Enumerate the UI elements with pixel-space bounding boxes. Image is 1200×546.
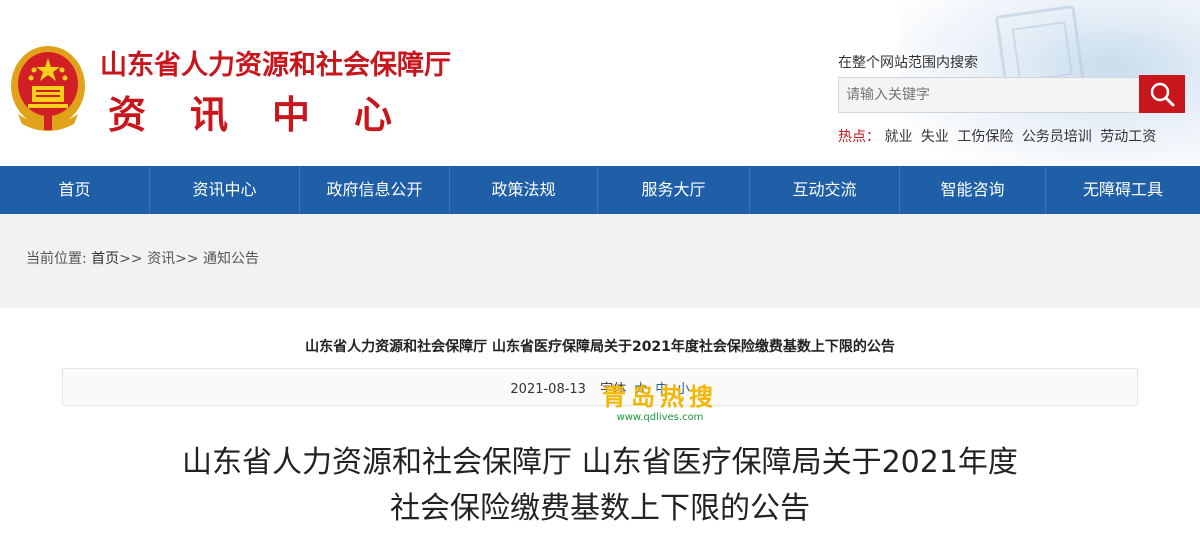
site-title-section: 资讯中心	[108, 93, 437, 137]
search-button[interactable]	[1139, 75, 1185, 113]
article-title-line-2: 社会保险缴费基数上下限的公告	[390, 491, 810, 526]
breadcrumb: 当前位置: 首页>> 资讯>> 通知公告	[26, 248, 259, 268]
search-icon	[1150, 82, 1175, 107]
breadcrumb-separator: >>	[175, 251, 199, 267]
hot-topic-link[interactable]: 失业	[921, 129, 949, 145]
breadcrumb-home-link[interactable]: 首页	[91, 251, 119, 267]
breadcrumb-news-link[interactable]: 资讯	[147, 251, 175, 267]
hot-topic-link[interactable]: 公务员培训	[1022, 129, 1092, 145]
main-nav: 首页 资讯中心 政府信息公开 政策法规 服务大厅 互动交流 智能咨询 无障碍工具	[0, 166, 1200, 214]
watermark-url: www.qdlives.com	[616, 412, 704, 423]
watermark-text: 青岛热搜	[602, 383, 718, 411]
nav-item-news[interactable]: 资讯中心	[150, 166, 300, 214]
article-title-main: 山东省人力资源和社会保障厅 山东省医疗保障局关于2021年度 社会保险缴费基数上…	[0, 440, 1200, 532]
hot-topic-link[interactable]: 劳动工资	[1100, 129, 1156, 145]
watermark: 青岛热搜 www.qdlives.com	[600, 382, 720, 424]
article-title-line-1: 山东省人力资源和社会保障厅 山东省医疗保障局关于2021年度	[182, 445, 1018, 480]
article-title-small: 山东省人力资源和社会保障厅 山东省医疗保障局关于2021年度社会保险缴费基数上下…	[305, 339, 895, 355]
hot-topic-link[interactable]: 就业	[884, 129, 912, 145]
search-input[interactable]	[846, 83, 1126, 107]
nav-item-gov-info[interactable]: 政府信息公开	[300, 166, 450, 214]
breadcrumb-separator: >>	[119, 251, 143, 267]
breadcrumb-notice-link[interactable]: 通知公告	[203, 251, 259, 267]
article-date: 2021-08-13	[510, 382, 586, 397]
nav-item-accessibility[interactable]: 无障碍工具	[1046, 166, 1200, 214]
nav-item-interaction[interactable]: 互动交流	[750, 166, 900, 214]
hot-topic-link[interactable]: 工伤保险	[957, 129, 1013, 145]
site-title-department: 山东省人力资源和社会保障厅	[100, 50, 451, 81]
hot-topics-label: 热点：	[838, 129, 880, 145]
site-header: 山东省人力资源和社会保障厅 资讯中心 在整个网站范围内搜索 热点： 就业 失业 …	[0, 0, 1200, 166]
nav-item-service-hall[interactable]: 服务大厅	[598, 166, 750, 214]
breadcrumb-prefix: 当前位置:	[26, 251, 87, 267]
national-emblem-icon	[11, 46, 85, 131]
nav-item-home[interactable]: 首页	[0, 166, 150, 214]
search-label: 在整个网站范围内搜索	[838, 55, 978, 71]
nav-item-policy[interactable]: 政策法规	[450, 166, 598, 214]
nav-item-smart-consult[interactable]: 智能咨询	[900, 166, 1046, 214]
hot-topics: 热点： 就业 失业 工伤保险 公务员培训 劳动工资	[838, 126, 1160, 146]
